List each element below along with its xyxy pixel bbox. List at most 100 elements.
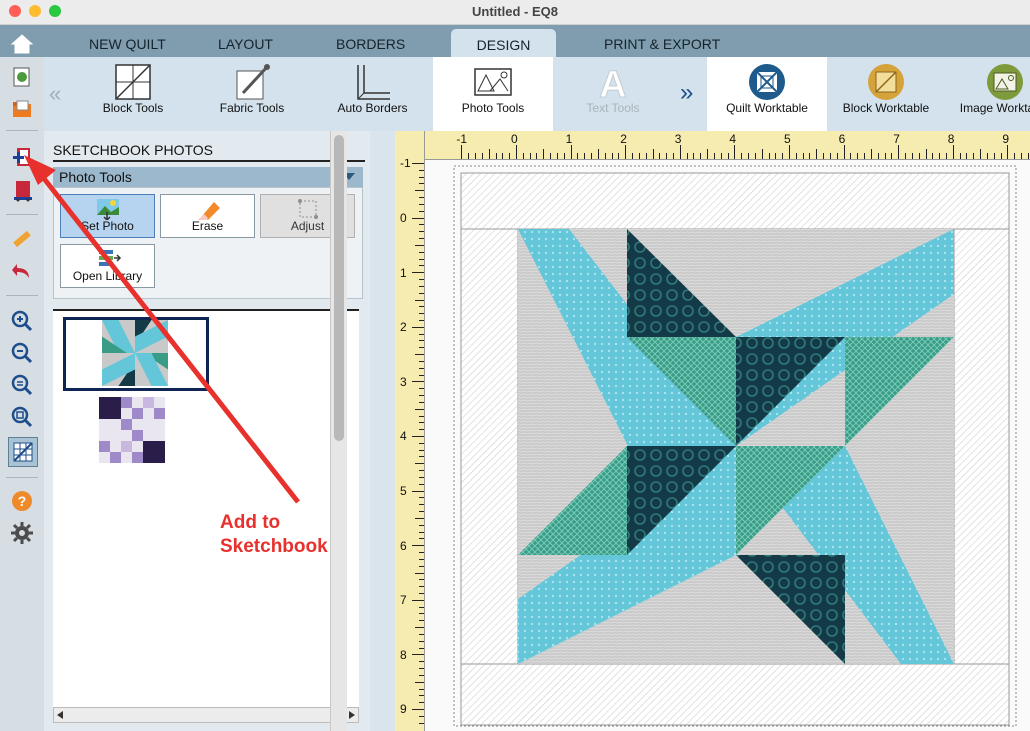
tab-print-export[interactable]: PRINT & EXPORT xyxy=(604,36,720,52)
top-ruler: -1 0 1 2 3 4 5 6 7 8 9 xyxy=(424,131,1030,160)
undo-button[interactable] xyxy=(8,257,36,285)
ruler-tick xyxy=(952,145,954,159)
fabric-tools-label: Fabric Tools xyxy=(219,101,285,115)
open-library-button[interactable]: Open Library xyxy=(60,244,155,288)
ruler-tick xyxy=(925,149,927,159)
block-worktable-button[interactable]: Block Worktable xyxy=(827,57,945,131)
quilt-worktable-icon xyxy=(749,64,785,100)
tab-design[interactable]: DESIGN xyxy=(451,29,556,57)
scroll-right-arrow-icon xyxy=(349,711,355,719)
zoom-fit-icon xyxy=(11,374,33,396)
erase-button[interactable]: Erase xyxy=(160,194,255,238)
ruler-tick xyxy=(570,145,572,159)
scrollbar-thumb[interactable] xyxy=(334,135,344,441)
view-sketchbook-button[interactable] xyxy=(8,176,36,204)
left-ruler: -1 0 1 2 3 4 5 6 7 8 9 xyxy=(395,131,425,731)
title-bar: Untitled - EQ8 xyxy=(0,0,1030,25)
fabric-tools-icon xyxy=(236,64,270,100)
add-to-sketchbook-button[interactable] xyxy=(8,144,36,172)
top-ruler-label: 9 xyxy=(1002,132,1010,146)
ruler-tick xyxy=(415,354,424,356)
zoom-out-button[interactable] xyxy=(8,339,36,367)
photo-tools-header-label: Photo Tools xyxy=(59,169,132,185)
photo-thumbnail-selected[interactable] xyxy=(63,317,209,391)
top-ruler-label: 7 xyxy=(893,132,900,146)
top-ruler-label: 6 xyxy=(838,132,846,146)
image-worktable-button[interactable]: Image Worktable xyxy=(945,57,1030,131)
actual-size-button[interactable] xyxy=(8,403,36,431)
ruler-tick xyxy=(412,436,424,437)
ruler-tick xyxy=(412,217,424,219)
tab-new-quilt[interactable]: NEW QUILT xyxy=(89,36,166,52)
home-button[interactable] xyxy=(0,25,44,57)
ruler-tick xyxy=(412,709,424,710)
settings-button[interactable] xyxy=(8,519,36,547)
set-photo-button[interactable]: Set Photo xyxy=(60,194,155,238)
ruler-tick xyxy=(412,490,424,492)
open-project-button[interactable] xyxy=(8,95,36,123)
zoom-in-icon xyxy=(11,310,33,332)
toolbar-divider xyxy=(6,130,38,131)
sketchbook-thumbnails xyxy=(53,309,359,711)
auto-borders-label: Auto Borders xyxy=(337,101,408,115)
auto-borders-button[interactable]: Auto Borders xyxy=(312,57,433,131)
image-worktable-label: Image Worktable xyxy=(959,101,1030,115)
left-ruler-label: 6 xyxy=(400,538,407,553)
ruler-tick xyxy=(415,517,424,519)
design-ribbon: « Block Tools Fabric Tools Auto Borders … xyxy=(44,57,1030,131)
tab-layout[interactable]: LAYOUT xyxy=(218,36,273,52)
panel-divider xyxy=(53,160,365,162)
panel-vertical-scrollbar[interactable] xyxy=(330,131,347,731)
open-library-icon xyxy=(99,250,122,266)
home-icon xyxy=(10,34,34,54)
block-worktable-label: Block Worktable xyxy=(842,101,930,115)
photo-tools-icon xyxy=(474,68,512,96)
top-ruler-label: 1 xyxy=(565,132,573,146)
photo-tools-header[interactable]: Photo Tools xyxy=(53,167,363,187)
block-tools-icon xyxy=(115,64,151,100)
quilt-canvas[interactable] xyxy=(424,159,1030,731)
top-ruler-label: 8 xyxy=(947,132,955,146)
adjust-icon xyxy=(298,199,318,219)
quilt-worktable-button[interactable]: Quilt Worktable xyxy=(707,57,827,131)
ribbon-scroll-right[interactable]: » xyxy=(673,57,707,131)
toggle-grid-button[interactable] xyxy=(8,437,38,467)
ruler-tick xyxy=(761,149,763,159)
top-ruler-label: 5 xyxy=(784,132,791,146)
thumbnail-horizontal-scrollbar[interactable] xyxy=(53,707,359,723)
zoom-in-button[interactable] xyxy=(8,307,36,335)
left-ruler-label: 3 xyxy=(400,374,407,389)
ruler-tick xyxy=(625,145,627,159)
photo-thumbnail-2[interactable] xyxy=(99,397,165,463)
help-icon: ? xyxy=(12,491,32,511)
left-ruler-label: 1 xyxy=(400,265,407,280)
ruler-tick xyxy=(415,408,424,410)
ruler-tick xyxy=(415,681,424,683)
open-library-label: Open Library xyxy=(72,269,143,283)
fabric-tools-button[interactable]: Fabric Tools xyxy=(192,57,312,131)
left-ruler-label: 8 xyxy=(400,647,407,662)
ribbon-scroll-left[interactable]: « xyxy=(44,57,74,131)
ruler-tick xyxy=(415,299,424,301)
left-ruler-label: 5 xyxy=(400,484,407,498)
fit-to-window-button[interactable] xyxy=(8,371,36,399)
window-title: Untitled - EQ8 xyxy=(472,4,558,19)
block-tools-button[interactable]: Block Tools xyxy=(74,57,192,131)
quilt-block-star[interactable] xyxy=(518,229,954,664)
ruler-tool-button[interactable] xyxy=(8,225,36,253)
ruler-tick xyxy=(597,149,599,159)
ruler-tick xyxy=(898,145,900,159)
ruler-tick xyxy=(415,572,424,574)
quilt-worktable-label: Quilt Worktable xyxy=(726,101,808,115)
ruler-tick xyxy=(543,149,545,159)
ruler-tick xyxy=(415,463,424,465)
photo-tools-box: Set Photo Erase Adjust Open Library xyxy=(53,187,363,299)
ruler-tick xyxy=(1007,145,1009,159)
photo-tools-button[interactable]: Photo Tools xyxy=(433,57,553,131)
new-project-button[interactable] xyxy=(8,63,36,91)
help-button[interactable]: ? xyxy=(8,487,36,515)
annotation-label: Add to Sketchbook xyxy=(220,511,328,559)
tab-borders[interactable]: BORDERS xyxy=(336,36,405,52)
ruler-tick xyxy=(980,149,982,159)
block-tools-label: Block Tools xyxy=(102,101,164,115)
